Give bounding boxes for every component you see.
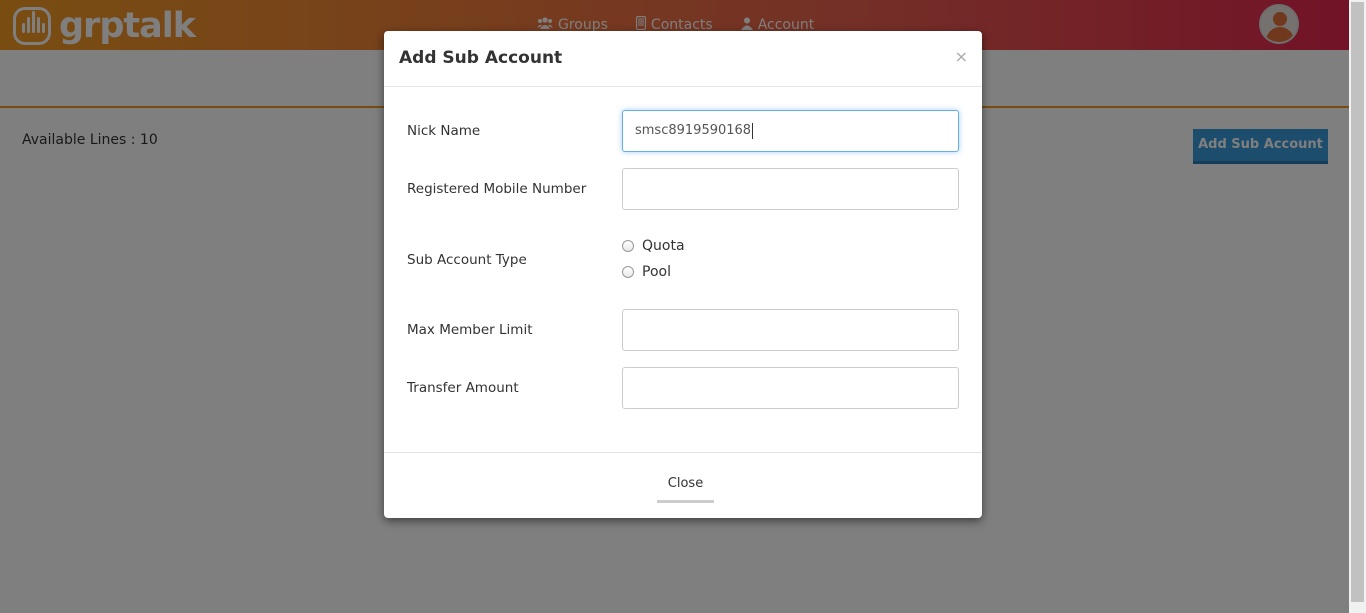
max-member-label: Max Member Limit: [407, 322, 533, 338]
mobile-number-input[interactable]: [622, 168, 959, 210]
radio-button[interactable]: [622, 240, 634, 252]
close-icon[interactable]: ×: [955, 47, 968, 66]
radio-button[interactable]: [622, 266, 634, 278]
modal-footer: Close: [384, 452, 982, 518]
radio-quota[interactable]: Quota: [622, 238, 685, 254]
radio-label-pool: Pool: [642, 264, 671, 280]
max-member-input[interactable]: [622, 309, 959, 351]
radio-label-quota: Quota: [642, 238, 685, 254]
nick-name-label: Nick Name: [407, 123, 481, 139]
add-sub-account-modal: Add Sub Account × Nick Name smsc89195901…: [384, 31, 982, 518]
text-caret: [752, 122, 754, 139]
modal-header: Add Sub Account ×: [384, 31, 982, 87]
sub-account-type-label: Sub Account Type: [407, 252, 527, 268]
modal-title: Add Sub Account: [399, 48, 563, 68]
nick-name-input[interactable]: smsc8919590168: [622, 110, 959, 152]
radio-pool[interactable]: Pool: [622, 264, 671, 280]
page-scrollbar[interactable]: [1349, 0, 1366, 613]
close-button[interactable]: Close: [657, 472, 714, 503]
mobile-label: Registered Mobile Number: [407, 181, 587, 197]
transfer-amount-input[interactable]: [622, 367, 959, 409]
transfer-amount-label: Transfer Amount: [407, 380, 519, 396]
